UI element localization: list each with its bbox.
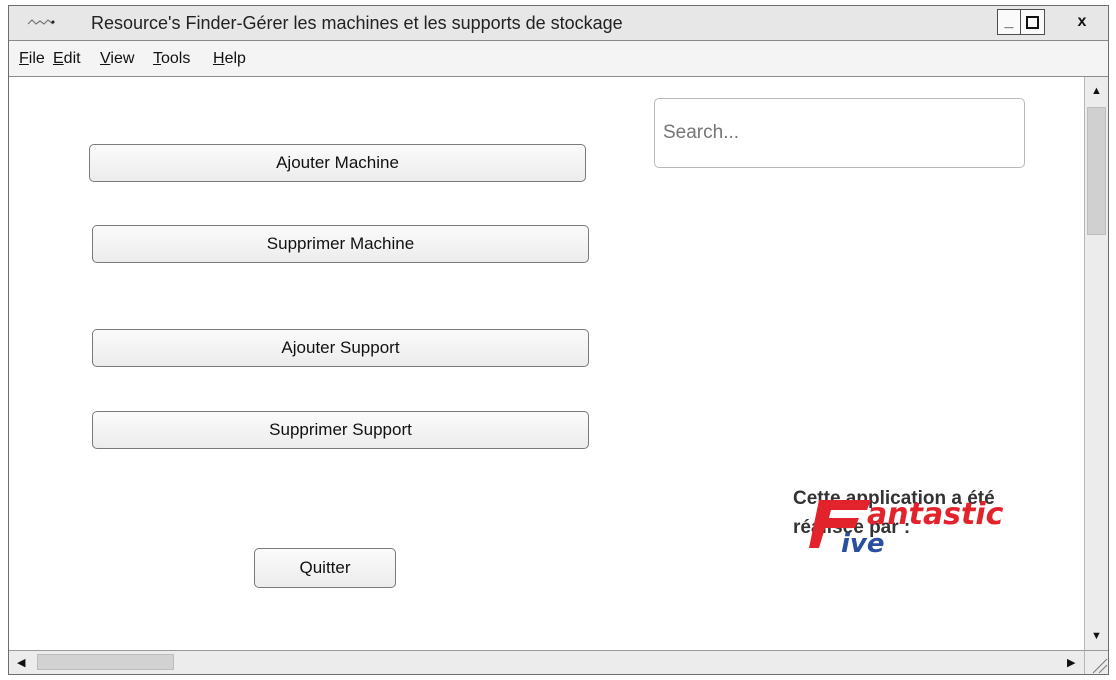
close-icon: x (1077, 13, 1087, 30)
window-title: Resource's Finder-Gérer les machines et … (91, 13, 623, 34)
remove-support-button[interactable]: Supprimer Support (92, 411, 589, 449)
vertical-scrollbar[interactable]: ▲ ▼ (1084, 77, 1108, 652)
scroll-down-icon[interactable]: ▼ (1091, 630, 1102, 642)
maximize-icon (1026, 15, 1039, 29)
logo-text-top: antastic (867, 497, 1004, 532)
logo-text-bottom: ive (841, 529, 885, 559)
window-title-suffix: -Gérer les machines et les supports de s… (236, 13, 623, 33)
remove-machine-button[interactable]: Supprimer Machine (92, 225, 589, 263)
scroll-left-icon[interactable]: ◀ (17, 656, 25, 669)
scroll-up-icon[interactable]: ▲ (1091, 85, 1102, 97)
search-input[interactable] (654, 98, 1025, 168)
resize-grip-icon[interactable] (1084, 650, 1108, 674)
minimize-icon: _ (1004, 13, 1014, 30)
menu-tools[interactable]: Tools (153, 50, 190, 68)
menu-bar: File Edit View Tools Help (9, 41, 1108, 77)
menu-help[interactable]: Help (213, 50, 246, 68)
app-logo-icon (27, 19, 55, 25)
main-content: Ajouter Machine Supprimer Machine Ajoute… (9, 77, 1085, 652)
menu-edit[interactable]: Edit (53, 50, 81, 68)
add-support-button[interactable]: Ajouter Support (92, 329, 589, 367)
fantastic-five-logo: antastic ive (809, 497, 1004, 559)
maximize-button[interactable] (1020, 9, 1045, 35)
close-button[interactable]: x (1068, 9, 1096, 35)
menu-view[interactable]: View (100, 50, 134, 68)
vertical-scroll-thumb[interactable] (1087, 107, 1106, 235)
horizontal-scroll-thumb[interactable] (37, 654, 174, 670)
title-bar[interactable]: Resource's Finder-Gérer les machines et … (9, 6, 1108, 41)
app-window: Resource's Finder-Gérer les machines et … (8, 5, 1109, 675)
scroll-right-icon[interactable]: ▶ (1067, 656, 1075, 669)
horizontal-scrollbar[interactable]: ◀ ▶ (9, 650, 1085, 674)
menu-file[interactable]: File (19, 50, 45, 68)
window-title-app-name: Resource's Finder (91, 13, 237, 33)
quit-button[interactable]: Quitter (254, 548, 396, 588)
add-machine-button[interactable]: Ajouter Machine (89, 144, 586, 182)
minimize-button[interactable]: _ (997, 9, 1021, 35)
